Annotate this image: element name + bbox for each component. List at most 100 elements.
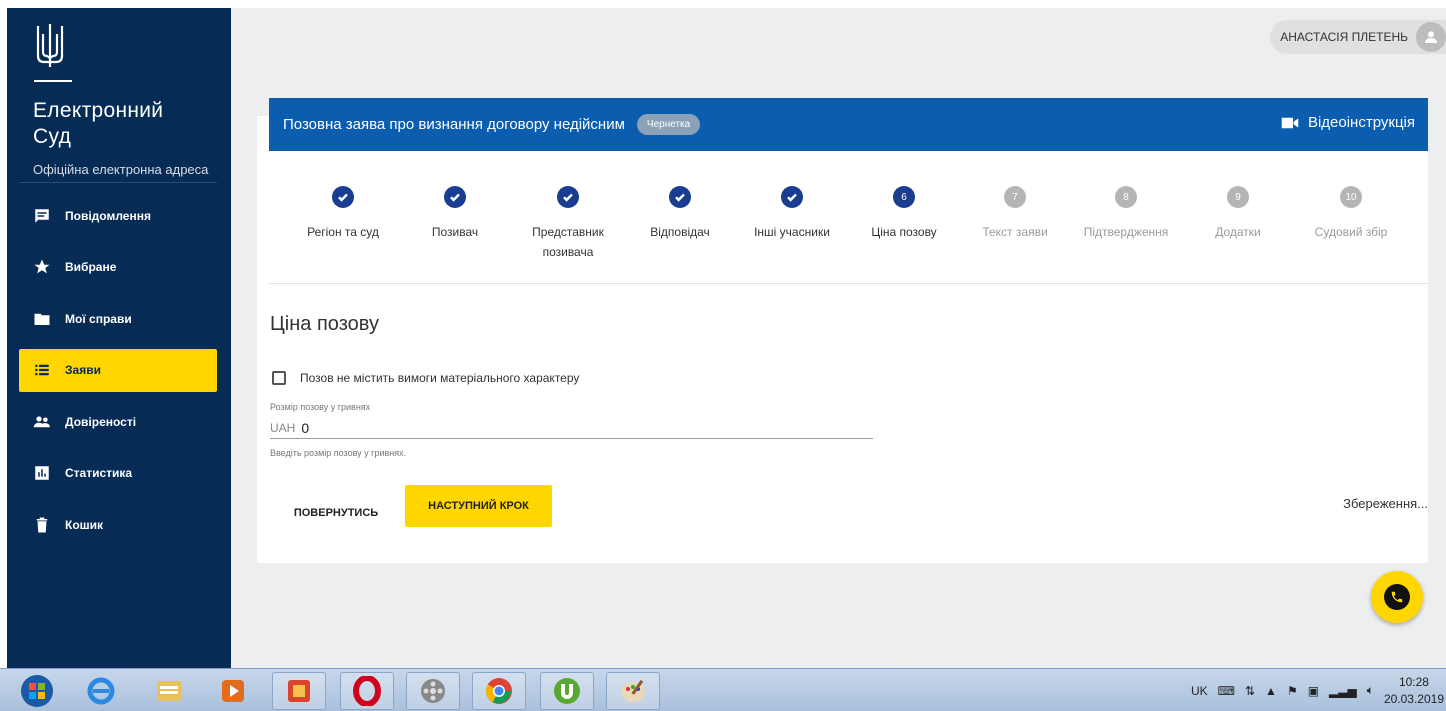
taskbar-chrome[interactable] [472, 672, 526, 710]
clock[interactable]: 10:28 20.03.2019 [1384, 674, 1444, 708]
windows-start-icon [21, 675, 53, 707]
taskbar-opera[interactable] [340, 672, 394, 710]
non-material-claim-checkbox-row[interactable]: Позов не містить вимоги матеріального ха… [272, 371, 579, 385]
step-label: Представник позивача [532, 225, 604, 259]
video-instruction-label: Відеоінструкція [1307, 114, 1415, 131]
check-icon [669, 186, 691, 208]
taskbar-explorer[interactable] [142, 672, 196, 710]
chart-icon [33, 464, 51, 482]
clock-time: 10:28 [1398, 674, 1429, 689]
sidebar-item-label: Заяви [65, 363, 101, 378]
step-claim-price[interactable]: 6 Ціна позову [848, 178, 960, 242]
checkbox-label: Позов не містить вимоги матеріального ха… [300, 371, 580, 385]
saving-status: Збереження... [1343, 496, 1428, 511]
check-icon [332, 186, 354, 208]
internet-explorer-icon [87, 677, 115, 705]
flag-icon[interactable]: ⚑ [1287, 684, 1298, 698]
sidebar-item-label: Статистика [65, 466, 133, 481]
step-label: Інші учасники [754, 225, 830, 239]
sidebar-item-power-of-attorney[interactable]: Довіреності [19, 400, 217, 443]
step-label: Підтвердження [1083, 225, 1169, 239]
star-icon [33, 258, 51, 276]
sidebar-item-applications[interactable]: Заяви [19, 348, 217, 392]
call-button[interactable] [1371, 571, 1423, 623]
start-button[interactable] [10, 672, 64, 710]
sidebar-item-messages[interactable]: Повідомлення [19, 194, 217, 237]
sidebar-item-label: Мої справи [65, 311, 132, 326]
sidebar-divider [19, 182, 217, 183]
trident-logo-icon [36, 24, 64, 67]
folder-icon [33, 310, 51, 328]
section-title: Ціна позову [270, 313, 379, 335]
folder-icon [157, 681, 181, 701]
step-claim-text[interactable]: 7 Текст заяви [959, 178, 1071, 242]
sidebar-item-trash[interactable]: Кошик [19, 504, 217, 547]
clock-date: 20.03.2019 [1383, 691, 1444, 706]
phone-icon [1391, 591, 1403, 603]
step-confirmation[interactable]: 8 Підтвердження [1070, 178, 1182, 242]
sidebar-item-favorites[interactable]: Вибране [19, 246, 217, 289]
keyboard-icon[interactable]: ⌨ [1218, 684, 1235, 698]
step-label: Регіон та суд [307, 225, 379, 239]
back-button[interactable]: ПОВЕРНУТИСЬ [281, 492, 391, 534]
step-number: 9 [1227, 186, 1249, 208]
form-title: Позовна заява про визнання договору неді… [283, 116, 625, 133]
brand-line-1: Електронний [33, 99, 164, 122]
trash-icon [33, 516, 51, 534]
check-icon [781, 186, 803, 208]
brand-subtitle: Офіційна електронна адреса [33, 162, 209, 177]
volume-icon[interactable]: 🔈︎ [1367, 683, 1374, 698]
non-material-claim-checkbox[interactable] [272, 371, 286, 385]
step-number: 10 [1340, 186, 1362, 208]
taskbar-app-1[interactable] [272, 672, 326, 710]
avatar [1416, 22, 1446, 52]
paint-palette-icon [621, 679, 645, 702]
language-indicator[interactable]: UK [1191, 684, 1208, 698]
video-instruction-link[interactable]: Відеоінструкція [1281, 114, 1415, 131]
signal-icon[interactable]: ▂▃▅ [1329, 684, 1357, 698]
list-icon [33, 361, 51, 379]
taskbar-film[interactable] [406, 672, 460, 710]
taskbar-media-player[interactable] [206, 672, 260, 710]
step-defendant[interactable]: Відповідач [624, 178, 736, 242]
device-icon[interactable]: ▣ [1308, 684, 1319, 698]
amount-field[interactable]: UAH 0 [270, 417, 873, 439]
amount-value[interactable]: 0 [301, 420, 309, 436]
sidebar-item-my-cases[interactable]: Мої справи [19, 297, 217, 340]
step-label: Додатки [1215, 225, 1261, 239]
person-icon [1425, 31, 1437, 43]
network-icon[interactable]: ⇅ [1245, 684, 1255, 698]
message-icon [33, 207, 51, 225]
step-number: 7 [1004, 186, 1026, 208]
utorrent-icon [554, 678, 580, 704]
film-reel-icon [421, 679, 445, 703]
step-other-participants[interactable]: Інші учасники [736, 178, 848, 242]
step-label: Судовий збір [1314, 225, 1388, 239]
user-menu[interactable]: АНАСТАСІЯ ПЛЕТЕНЬ [1270, 20, 1446, 54]
show-hidden-icons-icon[interactable]: ▲ [1265, 684, 1277, 698]
taskbar-paint[interactable] [606, 672, 660, 710]
sidebar-item-statistics[interactable]: Статистика [19, 452, 217, 495]
taskbar-ie[interactable] [74, 672, 128, 710]
step-plaintiff[interactable]: Позивач [399, 178, 511, 242]
step-number: 8 [1115, 186, 1137, 208]
stepper: Регіон та суд Позивач Представник позива… [269, 178, 1428, 278]
system-tray: UK ⌨ ⇅ ▲ ⚑ ▣ ▂▃▅ 🔈︎ 10:28 20.03.2019 [1191, 669, 1446, 711]
brand-title: Електронний Суд [33, 98, 163, 150]
next-step-button[interactable]: НАСТУПНИЙ КРОК [405, 485, 552, 527]
step-court-fee[interactable]: 10 Судовий збір [1295, 178, 1407, 242]
logo-divider [34, 80, 72, 82]
app-icon [288, 680, 310, 702]
brand-line-2: Суд [33, 125, 72, 148]
step-representative[interactable]: Представник позивача [512, 178, 624, 262]
taskbar-utorrent[interactable] [540, 672, 594, 710]
sidebar-item-label: Довіреності [65, 414, 137, 429]
step-region[interactable]: Регіон та суд [287, 178, 399, 242]
sidebar-item-label: Повідомлення [65, 208, 151, 223]
step-label: Текст заяви [982, 225, 1048, 239]
media-player-icon [222, 680, 244, 702]
chrome-icon [485, 678, 512, 704]
step-label: Відповідач [650, 225, 710, 239]
stepper-divider [269, 283, 1428, 284]
step-attachments[interactable]: 9 Додатки [1182, 178, 1294, 242]
